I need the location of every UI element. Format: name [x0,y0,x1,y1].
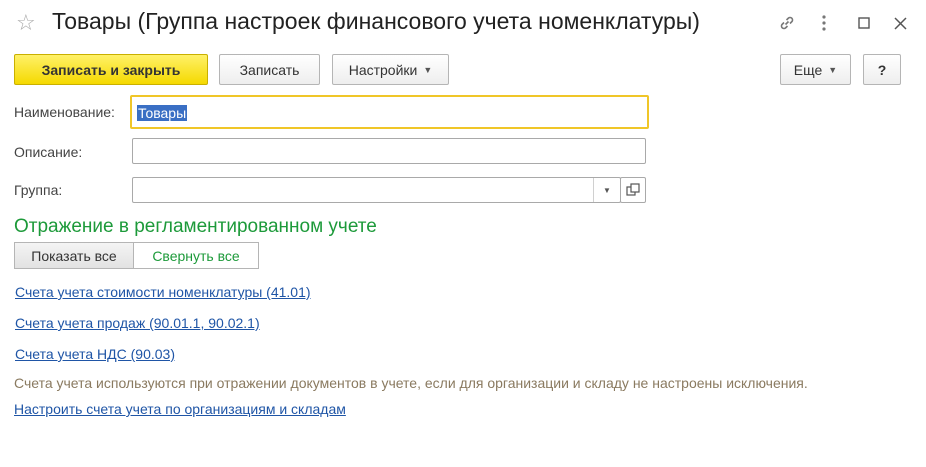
group-open-button[interactable] [620,177,646,203]
settings-button[interactable]: Настройки ▼ [332,54,449,85]
more-label: Еще [793,61,823,78]
chevron-down-icon: ▼ [603,185,611,195]
name-field[interactable]: Товары [130,95,649,129]
collapse-all-button[interactable]: Свернуть все [133,242,259,269]
name-label: Наименование: [14,104,115,120]
link-sales-accounts[interactable]: Счета учета продаж (90.01.1, 90.02.1) [15,315,260,331]
help-label: ? [877,61,887,78]
show-all-label: Показать все [31,247,117,264]
maximize-icon[interactable] [855,12,873,34]
section-title: Отражение в регламентированном учете [14,216,377,237]
description-field[interactable] [132,138,646,164]
group-label: Группа: [14,182,63,198]
close-icon[interactable] [890,12,910,34]
open-form-icon [626,183,640,196]
description-label: Описание: [14,144,83,160]
star-icon[interactable]: ☆ [16,10,36,36]
page-title: Товары (Группа настроек финансового учет… [52,8,700,34]
more-button[interactable]: Еще ▼ [780,54,851,85]
collapse-all-label: Свернуть все [152,247,240,264]
help-button[interactable]: ? [863,54,901,85]
accounts-note: Счета учета используются при отражении д… [14,375,808,391]
settings-label: Настройки [348,61,418,78]
link-vat-accounts[interactable]: Счета учета НДС (90.03) [15,346,175,362]
save-and-close-button[interactable]: Записать и закрыть [14,54,208,85]
caret-down-icon: ▼ [423,64,433,75]
link-icon[interactable] [776,12,798,34]
save-label: Записать [239,61,300,78]
save-and-close-label: Записать и закрыть [41,61,181,78]
show-all-button[interactable]: Показать все [14,242,134,269]
group-dropdown-button[interactable]: ▼ [593,178,620,202]
link-cost-accounts[interactable]: Счета учета стоимости номенклатуры (41.0… [15,284,311,300]
caret-down-icon: ▼ [828,64,838,75]
save-button[interactable]: Записать [219,54,320,85]
configure-accounts-link[interactable]: Настроить счета учета по организациям и … [14,401,346,417]
group-field[interactable]: ▼ [132,177,621,203]
name-value: Товары [137,105,188,121]
kebab-icon[interactable] [815,12,833,34]
